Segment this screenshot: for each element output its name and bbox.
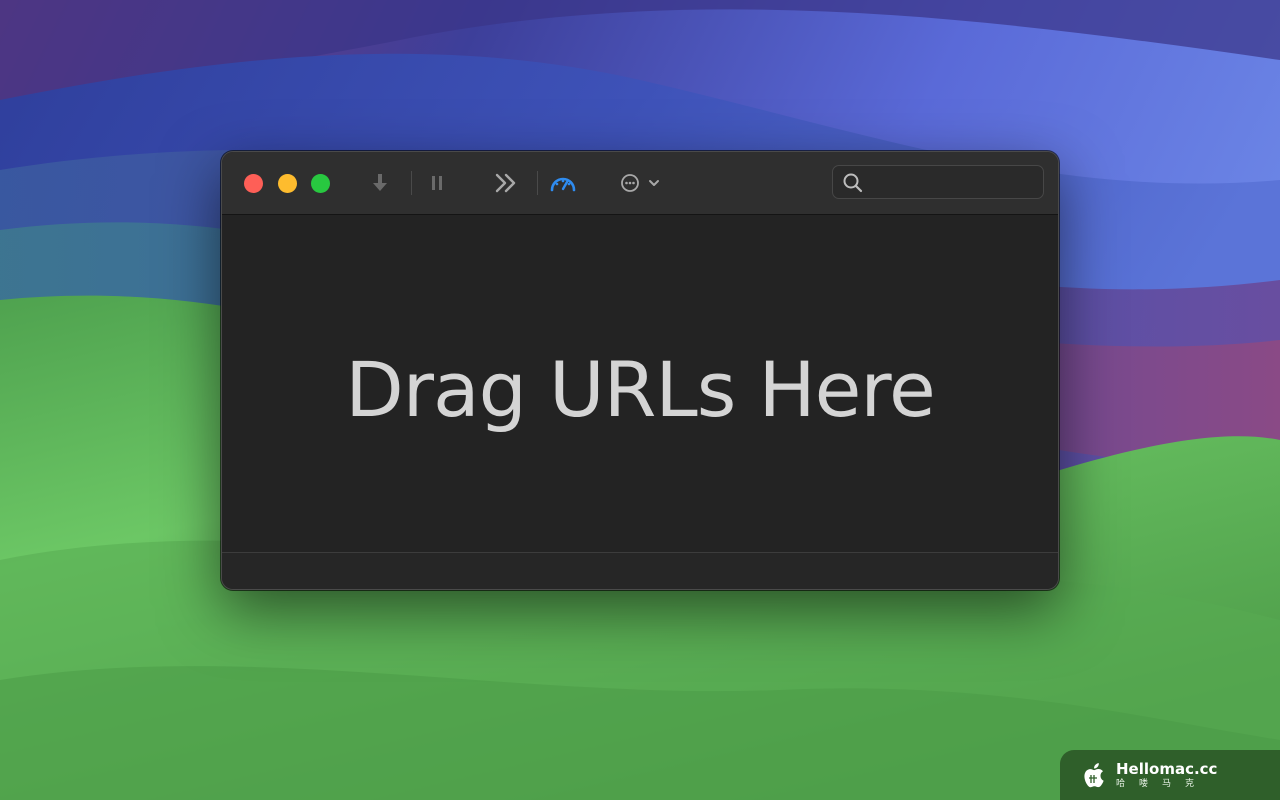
more-options-icon[interactable] xyxy=(618,170,666,196)
toolbar xyxy=(222,152,1058,215)
apple-logo-icon xyxy=(1084,763,1104,788)
pause-icon[interactable] xyxy=(426,170,448,196)
minimize-button[interactable] xyxy=(278,174,297,193)
download-list-drop-area[interactable]: Drag URLs Here xyxy=(222,215,1058,552)
desktop: Drag URLs Here Hellomac.cc 哈喽马克 xyxy=(0,0,1280,800)
skip-forward-icon[interactable] xyxy=(492,170,520,196)
zoom-button[interactable] xyxy=(311,174,330,193)
status-bar xyxy=(222,552,1058,589)
watermark-title: Hellomac.cc xyxy=(1116,759,1218,778)
search-icon xyxy=(842,172,864,199)
toolbar-separator xyxy=(537,171,538,195)
watermark: Hellomac.cc 哈喽马克 xyxy=(1060,750,1280,800)
app-window: Drag URLs Here xyxy=(221,151,1059,590)
download-icon[interactable] xyxy=(368,170,392,196)
search-field[interactable] xyxy=(832,165,1044,200)
watermark-subtitle: 哈喽马克 xyxy=(1116,778,1209,789)
speed-gauge-icon[interactable] xyxy=(548,170,578,196)
close-button[interactable] xyxy=(244,174,263,193)
toolbar-separator xyxy=(411,171,412,195)
drop-hint-text: Drag URLs Here xyxy=(345,345,936,434)
search-input[interactable] xyxy=(867,166,1041,200)
